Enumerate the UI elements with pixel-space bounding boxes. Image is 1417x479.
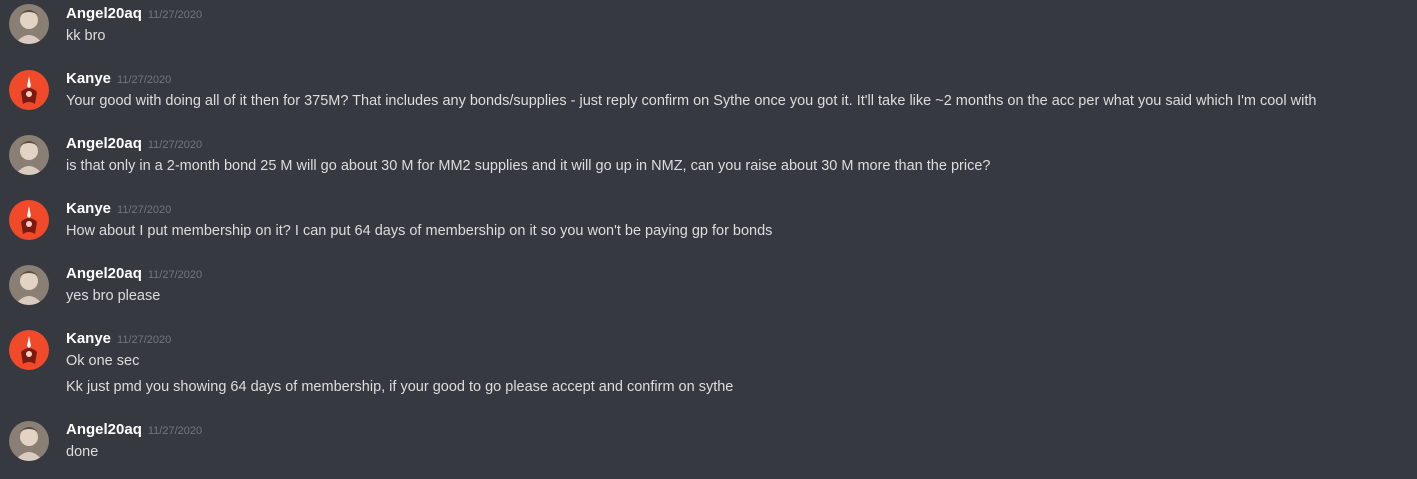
- message-text: done: [66, 444, 99, 460]
- username[interactable]: Kanye: [66, 330, 111, 347]
- timestamp: 11/27/2020: [117, 74, 172, 86]
- message-header: Angel20aq 11/27/2020: [66, 4, 202, 24]
- message-text: yes bro please: [66, 288, 161, 304]
- kanye-avatar-icon: [9, 330, 49, 370]
- message-header: Angel20aq 11/27/2020: [66, 134, 202, 154]
- angel-avatar-icon: [9, 135, 49, 175]
- message-text: Your good with doing all of it then for …: [66, 93, 1317, 109]
- username[interactable]: Angel20aq: [66, 5, 142, 22]
- timestamp: 11/27/2020: [147, 139, 203, 151]
- angel-avatar-icon: [9, 4, 49, 44]
- username[interactable]: Kanye: [66, 70, 111, 87]
- message-header: Angel20aq 11/27/2020: [66, 264, 202, 284]
- timestamp: 11/27/2020: [147, 9, 203, 21]
- avatar[interactable]: [9, 200, 49, 240]
- avatar[interactable]: [9, 421, 49, 461]
- timestamp: 11/27/2020: [117, 334, 172, 346]
- message-text: is that only in a 2-month bond 25 M will…: [66, 158, 991, 174]
- kanye-avatar-icon: [9, 200, 49, 240]
- username[interactable]: Kanye: [66, 200, 111, 217]
- timestamp: 11/27/2020: [147, 269, 203, 281]
- angel-avatar-icon: [9, 265, 49, 305]
- avatar[interactable]: [9, 135, 49, 175]
- message-text: How about I put membership on it? I can …: [66, 223, 773, 239]
- avatar[interactable]: [9, 330, 49, 370]
- timestamp: 11/27/2020: [117, 204, 172, 216]
- avatar[interactable]: [9, 265, 49, 305]
- username[interactable]: Angel20aq: [66, 421, 142, 438]
- message-text: Ok one sec: [66, 353, 140, 369]
- chat-message-list: Angel20aq 11/27/2020 kk bro Kanye 11/27/20…: [0, 0, 1417, 479]
- message-text: kk bro: [66, 28, 106, 44]
- timestamp: 11/27/2020: [147, 425, 203, 437]
- message-text: Kk just pmd you showing 64 days of membe…: [66, 379, 734, 395]
- message-header: Angel20aq 11/27/2020: [66, 420, 202, 440]
- avatar[interactable]: [9, 4, 49, 44]
- username[interactable]: Angel20aq: [66, 265, 142, 282]
- angel-avatar-icon: [9, 421, 49, 461]
- username[interactable]: Angel20aq: [66, 135, 142, 152]
- message-header: Kanye 11/27/2020: [66, 329, 171, 349]
- avatar[interactable]: [9, 70, 49, 110]
- message-header: Kanye 11/27/2020: [66, 69, 171, 89]
- kanye-avatar-icon: [9, 70, 49, 110]
- message-header: Kanye 11/27/2020: [66, 199, 171, 219]
